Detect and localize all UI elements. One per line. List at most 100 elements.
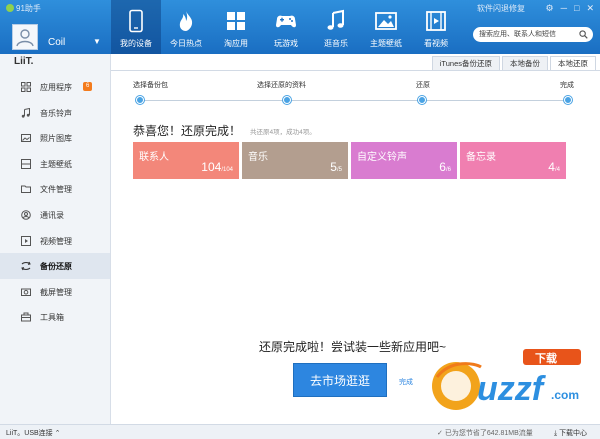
download-center[interactable]: ⤓ 下载中心: [554, 428, 587, 438]
toolbox-icon: [21, 312, 31, 322]
restore-complete-title: 恭喜您！还原完成！: [133, 124, 242, 138]
nav-my-device[interactable]: 我的设备: [111, 0, 161, 54]
site-watermark-logo: 下载 uzzf .com: [432, 349, 581, 410]
go-to-market-button[interactable]: 去市场逛逛: [293, 363, 387, 397]
main-nav: 我的设备 今日热点 淘应用 玩游戏 逛音乐 主题壁纸 看视频: [111, 0, 461, 54]
device-brand: LiiT.: [14, 56, 34, 67]
tile-count: 4/4: [548, 160, 560, 174]
maximize-icon[interactable]: □: [574, 3, 579, 14]
check-icon: ✓: [437, 430, 443, 437]
connection-status[interactable]: LiiT。USB连接 ⌃: [6, 428, 61, 438]
sidebar-item-label: 应用程序: [40, 83, 72, 92]
step-label: 完成: [560, 82, 574, 89]
sidebar-item-label: 文件管理: [40, 185, 72, 195]
restore-summary: 共还原4项，成功4项。: [250, 129, 316, 136]
close-icon[interactable]: ✕: [586, 3, 594, 14]
contacts-icon: [21, 210, 31, 220]
sidebar-item-music[interactable]: 音乐铃声: [0, 100, 110, 126]
top-header: 91助手 Coil ▼ 我的设备 今日热点 淘应用 玩游戏 逛音乐 主题壁纸 看…: [0, 0, 600, 54]
search-box: [473, 27, 593, 42]
nav-label: 我的设备: [120, 39, 152, 48]
nav-label: 看视频: [424, 39, 448, 48]
nav-today-hot[interactable]: 今日热点: [161, 0, 211, 54]
minimize-icon[interactable]: ─: [561, 3, 567, 14]
gamepad-icon: [276, 15, 296, 28]
sidebar-item-label: 备份还原: [40, 262, 72, 272]
svg-text:.com: .com: [551, 388, 579, 402]
sidebar-item-label: 截屏管理: [40, 287, 72, 297]
sidebar-item-backup[interactable]: 备份还原: [0, 253, 110, 279]
tab-local-restore[interactable]: 本地还原: [550, 56, 596, 70]
app-logo-icon: [6, 4, 14, 12]
window-controls: ⚙ ─ □ ✕: [546, 3, 594, 14]
nav-apps[interactable]: 淘应用: [211, 0, 261, 54]
step-dot: [564, 96, 572, 104]
sidebar-list: 应用程序 6 音乐铃声 照片图库 主题壁纸 文件管理 通讯录 视频管理 备份还原…: [0, 74, 110, 330]
tab-local-backup[interactable]: 本地备份: [502, 56, 548, 70]
screenshot-icon: [21, 288, 31, 296]
film-icon: [426, 11, 446, 31]
tile-name: 备忘录: [466, 152, 496, 163]
folder-icon: [21, 185, 31, 194]
tile-count: 6/6: [439, 160, 451, 174]
gear-icon[interactable]: ⚙: [546, 3, 554, 14]
svg-text:uzzf: uzzf: [477, 370, 547, 408]
nav-themes[interactable]: 主题壁纸: [361, 0, 411, 54]
result-tile-contacts: 联系人 104/104: [133, 142, 239, 179]
download-icon: ⤓: [554, 430, 558, 437]
music-note-icon: [327, 9, 344, 30]
phone-icon: [129, 9, 143, 33]
tile-name: 音乐: [248, 152, 268, 163]
svg-text:下载: 下载: [535, 351, 557, 365]
result-tile-memos: 备忘录 4/4: [460, 142, 566, 179]
sidebar-item-apps[interactable]: 应用程序 6: [0, 74, 110, 100]
sidebar-item-label: 照片图库: [40, 134, 72, 144]
picture-icon: [375, 12, 397, 30]
tile-count: 104/104: [201, 160, 233, 174]
flame-icon: [179, 11, 193, 31]
step-dot: [418, 96, 426, 104]
step-progress-line: [140, 100, 569, 101]
step-label: 选择还原的资料: [257, 82, 306, 89]
sidebar-item-label: 工具箱: [40, 313, 64, 323]
sidebar-item-label: 主题壁纸: [40, 159, 72, 169]
sidebar-item-toolbox[interactable]: 工具箱: [0, 304, 110, 330]
tile-name: 自定义铃声: [357, 152, 407, 163]
nav-music[interactable]: 逛音乐: [311, 0, 361, 54]
nav-games[interactable]: 玩游戏: [261, 0, 311, 54]
result-tile-ringtones: 自定义铃声 6/6: [351, 142, 457, 179]
step-dot: [136, 96, 144, 104]
step-label: 选择备份包: [133, 82, 168, 89]
music-icon: [21, 107, 30, 118]
sidebar-item-screenshots[interactable]: 截屏管理: [0, 279, 110, 305]
wallpaper-icon: [21, 158, 31, 169]
chevron-down-icon[interactable]: ▼: [93, 37, 101, 46]
avatar[interactable]: [12, 24, 38, 50]
sidebar-item-photos[interactable]: 照片图库: [0, 125, 110, 151]
sidebar-item-wallpaper[interactable]: 主题壁纸: [0, 151, 110, 177]
sidebar-item-video[interactable]: 视频管理: [0, 228, 110, 254]
sidebar-item-contacts[interactable]: 通讯录: [0, 202, 110, 228]
search-input[interactable]: [473, 27, 577, 42]
restore-steps: 选择备份包 选择还原的资料 还原 完成: [111, 70, 600, 120]
restore-tabs: iTunes备份还原 本地备份 本地还原: [430, 56, 596, 70]
sidebar-item-label: 视频管理: [40, 236, 72, 246]
step-dot: [283, 96, 291, 104]
step-label: 还原: [416, 82, 430, 89]
status-bar: LiiT。USB连接 ⌃ ✓ 已为您节省了642.81MB流量 ⤓ 下载中心: [0, 424, 600, 439]
nav-video[interactable]: 看视频: [411, 0, 461, 54]
sidebar-item-label: 音乐铃声: [40, 108, 72, 118]
sidebar-item-files[interactable]: 文件管理: [0, 176, 110, 202]
chevron-up-icon: ⌃: [54, 430, 61, 437]
apps-icon: [21, 82, 31, 92]
nav-label: 淘应用: [224, 39, 248, 48]
crash-fix-link[interactable]: 软件闪退修复: [477, 3, 525, 14]
restore-result-tiles: 联系人 104/104 音乐 5/5 自定义铃声 6/6 备忘录 4/4: [133, 142, 566, 179]
photo-icon: [21, 134, 31, 143]
tab-itunes-backup-restore[interactable]: iTunes备份还原: [431, 56, 500, 70]
sidebar-item-label: 通讯录: [40, 210, 64, 220]
main-panel: iTunes备份还原 本地备份 本地还原 选择备份包 选择还原的资料 还原 完成…: [111, 54, 600, 424]
sidebar: LiiT. 应用程序 6 音乐铃声 照片图库 主题壁纸 文件管理 通讯录 视频管…: [0, 54, 111, 424]
device-name[interactable]: Coil: [48, 37, 65, 48]
search-icon[interactable]: [579, 30, 588, 39]
